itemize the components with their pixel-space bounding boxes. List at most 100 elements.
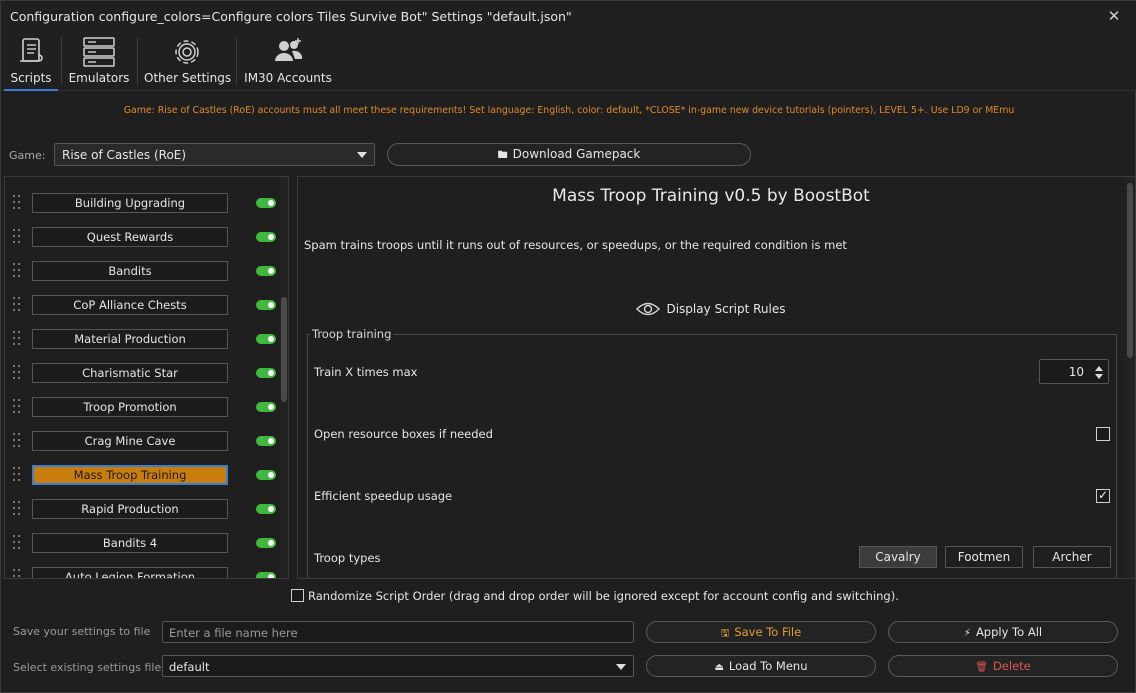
script-row[interactable]: Mass Troop Training bbox=[5, 465, 276, 485]
display-script-rules-button[interactable]: Display Script Rules bbox=[298, 301, 1124, 317]
delete-button[interactable]: 🗑 Delete bbox=[888, 655, 1118, 677]
script-enable-toggle[interactable] bbox=[256, 572, 276, 578]
game-requirements-notice: Game: Rise of Castles (RoE) accounts mus… bbox=[123, 105, 1015, 116]
users-icon bbox=[275, 38, 303, 61]
load-to-menu-button[interactable]: ⏏ Load To Menu bbox=[646, 655, 876, 677]
script-row[interactable]: Troop Promotion bbox=[5, 397, 276, 417]
script-button[interactable]: Mass Troop Training bbox=[32, 465, 228, 485]
script-row[interactable]: CoP Alliance Chests bbox=[5, 295, 276, 315]
tab-label: Scripts bbox=[10, 71, 52, 85]
apply-to-all-button[interactable]: ⚡ Apply To All bbox=[888, 621, 1118, 643]
script-list-scrollbar[interactable] bbox=[280, 177, 288, 578]
open-resource-boxes-checkbox[interactable] bbox=[1096, 427, 1110, 441]
script-row[interactable]: Bandits 4 bbox=[5, 533, 276, 553]
tab-emulators[interactable]: Emulators bbox=[67, 33, 131, 91]
randomize-checkbox[interactable] bbox=[291, 589, 304, 602]
script-row[interactable]: Quest Rewards bbox=[5, 227, 276, 247]
script-enable-toggle[interactable] bbox=[256, 300, 276, 310]
settings-file-value: default bbox=[169, 660, 210, 674]
troop-type-archer-button[interactable]: Archer bbox=[1033, 546, 1111, 568]
tab-scripts[interactable]: Scripts bbox=[4, 33, 58, 91]
tab-label: Emulators bbox=[68, 71, 130, 85]
drag-handle-icon[interactable] bbox=[13, 535, 21, 551]
script-button[interactable]: Auto Legion Formation bbox=[32, 567, 228, 578]
tab-other-settings[interactable]: Other Settings bbox=[144, 33, 231, 91]
scrollbar-thumb[interactable] bbox=[1127, 183, 1133, 358]
stepper-up-icon[interactable] bbox=[1095, 366, 1103, 371]
script-list: Building Upgrading Quest Rewards Bandits Co… bbox=[4, 176, 289, 579]
open-resource-boxes-label: Open resource boxes if needed bbox=[314, 427, 493, 441]
chevron-down-icon bbox=[616, 664, 626, 670]
script-enable-toggle[interactable] bbox=[256, 334, 276, 344]
script-button[interactable]: Quest Rewards bbox=[32, 227, 228, 247]
randomize-script-order[interactable]: Randomize Script Order (drag and drop or… bbox=[291, 588, 899, 603]
drag-handle-icon[interactable] bbox=[13, 501, 21, 517]
floppy-disk-icon: 🖫 bbox=[720, 628, 730, 639]
script-detail-panel: Mass Troop Training v0.5 by BoostBot Spa… bbox=[297, 176, 1136, 579]
script-description: Spam trains troops until it runs out of … bbox=[304, 238, 847, 252]
script-button[interactable]: Crag Mine Cave bbox=[32, 431, 228, 451]
stepper-down-icon[interactable] bbox=[1095, 374, 1103, 379]
troop-type-footmen-button[interactable]: Footmen bbox=[945, 546, 1023, 568]
game-label: Game: bbox=[9, 149, 46, 162]
script-row[interactable]: Bandits bbox=[5, 261, 276, 281]
game-select[interactable]: Rise of Castles (RoE) bbox=[54, 143, 375, 166]
script-row[interactable]: Charismatic Star bbox=[5, 363, 276, 383]
settings-file-select[interactable]: default bbox=[162, 655, 634, 677]
script-button[interactable]: Material Production bbox=[32, 329, 228, 349]
script-button[interactable]: Building Upgrading bbox=[32, 193, 228, 213]
script-row[interactable]: Material Production bbox=[5, 329, 276, 349]
drag-handle-icon[interactable] bbox=[13, 263, 21, 279]
script-enable-toggle[interactable] bbox=[256, 504, 276, 514]
script-enable-toggle[interactable] bbox=[256, 538, 276, 548]
download-gamepack-button[interactable]: 🖿 Download Gamepack bbox=[387, 143, 751, 166]
server-icon bbox=[83, 37, 115, 67]
drag-handle-icon[interactable] bbox=[13, 399, 21, 415]
download-icon: 🖿 bbox=[497, 150, 508, 161]
drag-handle-icon[interactable] bbox=[13, 297, 21, 313]
script-button[interactable]: Troop Promotion bbox=[32, 397, 228, 417]
detail-scrollbar[interactable] bbox=[1125, 177, 1135, 578]
script-enable-toggle[interactable] bbox=[256, 368, 276, 378]
script-button[interactable]: Charismatic Star bbox=[32, 363, 228, 383]
scrollbar-thumb[interactable] bbox=[281, 297, 287, 402]
script-enable-toggle[interactable] bbox=[256, 436, 276, 446]
save-to-file-label: Save To File bbox=[734, 625, 802, 639]
save-settings-label: Save your settings to file bbox=[13, 625, 151, 638]
script-enable-toggle[interactable] bbox=[256, 402, 276, 412]
script-row[interactable]: Rapid Production bbox=[5, 499, 276, 519]
script-enable-toggle[interactable] bbox=[256, 266, 276, 276]
scroll-icon bbox=[20, 38, 43, 62]
script-enable-toggle[interactable] bbox=[256, 198, 276, 208]
troop-type-cavalry-button[interactable]: Cavalry bbox=[859, 546, 937, 568]
script-row[interactable]: Auto Legion Formation bbox=[5, 567, 276, 578]
script-button[interactable]: CoP Alliance Chests bbox=[32, 295, 228, 315]
efficient-speedup-checkbox[interactable] bbox=[1096, 488, 1110, 503]
close-icon[interactable]: ✕ bbox=[1105, 7, 1123, 25]
download-gamepack-label: Download Gamepack bbox=[512, 147, 641, 161]
script-button[interactable]: Rapid Production bbox=[32, 499, 228, 519]
train-times-label: Train X times max bbox=[314, 365, 418, 379]
gear-icon bbox=[175, 40, 199, 64]
script-button[interactable]: Bandits bbox=[32, 261, 228, 281]
script-enable-toggle[interactable] bbox=[256, 232, 276, 242]
drag-handle-icon[interactable] bbox=[13, 467, 21, 483]
drag-handle-icon[interactable] bbox=[13, 569, 21, 578]
script-row[interactable]: Building Upgrading bbox=[5, 193, 276, 213]
drag-handle-icon[interactable] bbox=[13, 195, 21, 211]
save-to-file-button[interactable]: 🖫 Save To File bbox=[646, 621, 876, 643]
drag-handle-icon[interactable] bbox=[13, 433, 21, 449]
script-row[interactable]: Crag Mine Cave bbox=[5, 431, 276, 451]
title-bar: Configuration configure_colors=Configure… bbox=[1, 1, 1136, 33]
display-script-rules-label: Display Script Rules bbox=[666, 302, 786, 316]
load-to-menu-label: Load To Menu bbox=[728, 659, 808, 673]
script-button[interactable]: Bandits 4 bbox=[32, 533, 228, 553]
tab-im30-accounts[interactable]: IM30 Accounts bbox=[243, 33, 333, 91]
file-name-input[interactable]: Enter a file name here bbox=[162, 621, 634, 643]
drag-handle-icon[interactable] bbox=[13, 365, 21, 381]
tab-separator bbox=[236, 37, 237, 85]
script-enable-toggle[interactable] bbox=[256, 470, 276, 480]
drag-handle-icon[interactable] bbox=[13, 331, 21, 347]
train-times-stepper[interactable]: 10 bbox=[1039, 359, 1109, 384]
drag-handle-icon[interactable] bbox=[13, 229, 21, 245]
